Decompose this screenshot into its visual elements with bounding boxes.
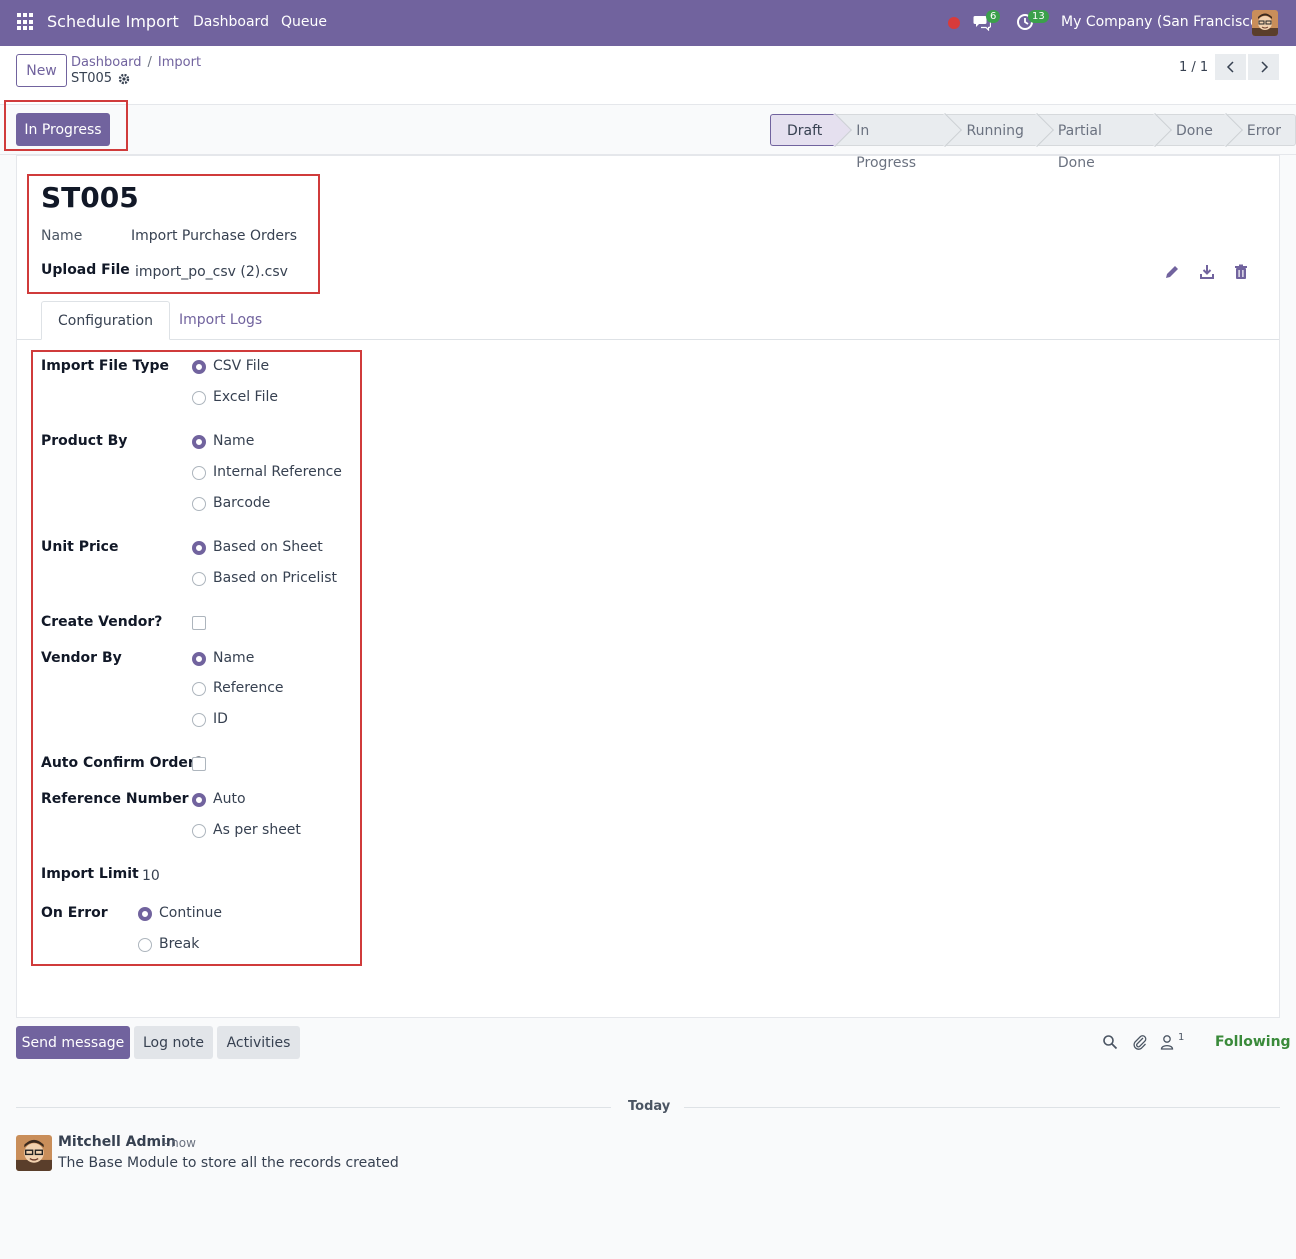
radio-break[interactable]	[138, 938, 152, 952]
radio-as-per-sheet[interactable]	[192, 824, 206, 838]
name-label: Name	[41, 228, 83, 244]
radio-reference-auto[interactable]	[192, 793, 206, 807]
divider-left	[16, 1107, 611, 1108]
form-sheet: ST005 Name Import Purchase Orders Upload…	[16, 155, 1280, 1018]
option-product-name[interactable]: Name	[213, 433, 254, 449]
chevron-right-icon	[1260, 61, 1268, 73]
option-continue[interactable]: Continue	[159, 905, 222, 921]
option-csv-file[interactable]: CSV File	[213, 358, 269, 374]
option-vendor-name[interactable]: Name	[213, 650, 254, 666]
gear-icon[interactable]	[118, 73, 130, 85]
messages-badge: 6	[986, 10, 1001, 23]
following-button[interactable]: Following	[1215, 1034, 1291, 1050]
product-by-label: Product By	[41, 433, 128, 449]
create-vendor-checkbox[interactable]	[192, 616, 206, 630]
upload-file-name[interactable]: import_po_csv (2).csv	[135, 264, 288, 280]
status-bar: In Progress Draft In Progress Running Pa…	[0, 105, 1296, 171]
import-file-type-label: Import File Type	[41, 358, 169, 374]
search-icon[interactable]	[1102, 1034, 1118, 1050]
breadcrumb-dashboard[interactable]: Dashboard	[71, 55, 142, 70]
record-title: ST005	[71, 71, 113, 86]
stage-pipeline: Draft In Progress Running Partial Done D…	[770, 114, 1296, 171]
followers-icon[interactable]	[1160, 1034, 1176, 1050]
followers-count: 1	[1178, 1032, 1185, 1043]
radio-vendor-reference[interactable]	[192, 682, 206, 696]
record-name: ST005	[41, 181, 139, 214]
radio-based-on-pricelist[interactable]	[192, 572, 206, 586]
radio-vendor-id[interactable]	[192, 713, 206, 727]
radio-continue[interactable]	[138, 907, 152, 921]
vendor-by-label: Vendor By	[41, 650, 122, 666]
message-body: The Base Module to store all the records…	[58, 1155, 399, 1171]
stage-draft[interactable]: Draft	[770, 114, 837, 146]
on-error-label: On Error	[41, 905, 108, 921]
option-barcode[interactable]: Barcode	[213, 495, 270, 511]
option-break[interactable]: Break	[159, 936, 199, 952]
company-switcher[interactable]: My Company (San Francisco)	[1061, 14, 1264, 30]
radio-barcode[interactable]	[192, 497, 206, 511]
auto-confirm-label: Auto Confirm Order?	[41, 755, 203, 771]
stage-partial-done[interactable]: Partial Done	[1037, 114, 1157, 171]
menu-queue[interactable]: Queue	[281, 14, 327, 30]
unit-price-label: Unit Price	[41, 539, 119, 555]
pager-previous-button[interactable]	[1215, 54, 1246, 80]
option-internal-reference[interactable]: Internal Reference	[213, 464, 342, 480]
new-button[interactable]: New	[16, 54, 67, 87]
divider-right	[684, 1107, 1280, 1108]
download-icon[interactable]	[1199, 264, 1215, 280]
trash-icon[interactable]	[1233, 264, 1249, 280]
pencil-edit-icon[interactable]	[1164, 264, 1180, 280]
radio-excel-file[interactable]	[192, 391, 206, 405]
top-navbar: Schedule Import Dashboard Queue 6 13 My …	[0, 0, 1296, 46]
send-message-button[interactable]: Send message	[16, 1026, 130, 1059]
date-separator: Today	[628, 1099, 671, 1114]
paperclip-icon[interactable]	[1132, 1034, 1148, 1050]
create-vendor-label: Create Vendor?	[41, 614, 163, 630]
message-author-avatar[interactable]	[16, 1135, 52, 1171]
apps-menu-icon[interactable]	[17, 13, 35, 31]
user-avatar[interactable]	[1252, 10, 1278, 36]
import-limit-field[interactable]: 10	[142, 868, 160, 884]
message-time: - now	[163, 1136, 196, 1150]
import-limit-label: Import Limit	[41, 866, 139, 882]
radio-based-on-sheet[interactable]	[192, 541, 206, 555]
control-panel: New Dashboard / Import ST005 1 / 1	[0, 46, 1296, 105]
radio-csv-file[interactable]	[192, 360, 206, 374]
in-progress-button[interactable]: In Progress	[16, 113, 110, 146]
form-tabs: Configuration Import Logs	[17, 301, 1279, 340]
auto-confirm-checkbox[interactable]	[192, 757, 206, 771]
option-based-on-sheet[interactable]: Based on Sheet	[213, 539, 323, 555]
radio-internal-reference[interactable]	[192, 466, 206, 480]
app-title[interactable]: Schedule Import	[47, 12, 179, 31]
tab-import-logs[interactable]: Import Logs	[163, 301, 278, 340]
reference-number-label: Reference Number	[41, 791, 189, 807]
option-based-on-pricelist[interactable]: Based on Pricelist	[213, 570, 337, 586]
chevron-left-icon	[1226, 61, 1234, 73]
name-field[interactable]: Import Purchase Orders	[131, 228, 297, 244]
menu-dashboard[interactable]: Dashboard	[193, 14, 269, 30]
option-as-per-sheet[interactable]: As per sheet	[213, 822, 301, 838]
stage-in-progress[interactable]: In Progress	[836, 114, 947, 171]
tab-configuration[interactable]: Configuration	[41, 301, 170, 340]
option-excel-file[interactable]: Excel File	[213, 389, 278, 405]
option-reference-auto[interactable]: Auto	[213, 791, 246, 807]
radio-product-name[interactable]	[192, 435, 206, 449]
breadcrumb-import[interactable]: Import	[158, 55, 201, 70]
activities-badge: 13	[1028, 10, 1049, 23]
upload-file-label: Upload File	[41, 262, 130, 278]
message-author[interactable]: Mitchell Admin	[58, 1134, 176, 1150]
pager-next-button[interactable]	[1248, 54, 1279, 80]
option-vendor-id[interactable]: ID	[213, 711, 228, 727]
pager-value[interactable]: 1 / 1	[1179, 60, 1208, 75]
option-vendor-reference[interactable]: Reference	[213, 680, 284, 696]
radio-vendor-name[interactable]	[192, 652, 206, 666]
activities-button[interactable]: Activities	[217, 1026, 300, 1059]
recording-indicator-icon[interactable]	[948, 17, 960, 29]
log-note-button[interactable]: Log note	[134, 1026, 213, 1059]
record-breadcrumb: ST005	[71, 71, 130, 86]
breadcrumb: Dashboard / Import	[71, 55, 202, 70]
